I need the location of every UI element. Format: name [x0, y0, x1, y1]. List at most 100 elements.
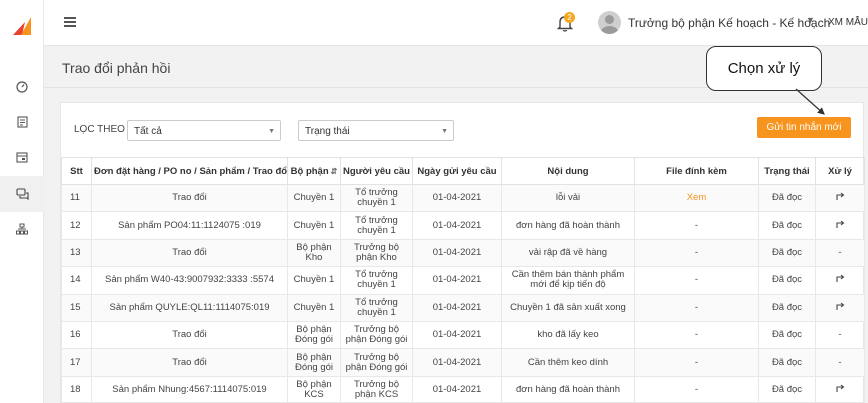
row-status: Đã đọc [758, 238, 816, 268]
row-department: Chuyền 1 [287, 211, 341, 240]
row-content: lỗi vải [501, 183, 635, 213]
row-stt: 17 [61, 348, 92, 377]
column-header: Stt [61, 157, 92, 185]
reply-arrow-icon[interactable] [835, 384, 845, 393]
reply-arrow-icon[interactable] [835, 192, 845, 201]
row-action: - [815, 348, 865, 377]
row-date: 01-04-2021 [412, 238, 502, 268]
user-name[interactable]: Trưởng bộ phận Kế hoạch - Kế hoạch [628, 16, 830, 30]
store-name[interactable]: XM MẪU [828, 17, 868, 28]
dashboard-icon[interactable] [12, 77, 32, 97]
row-requester: Trưởng bộ phận Kho [340, 238, 413, 268]
row-action: - [815, 320, 865, 350]
reply-arrow-icon[interactable] [835, 220, 845, 229]
sort-icon: ⇵ [330, 166, 338, 176]
status-filter-select[interactable]: Trạng thái ▼ [298, 120, 454, 141]
menu-toggle-icon[interactable] [64, 17, 76, 27]
column-header: Người yêu cầu [340, 157, 413, 185]
row-file: - [634, 211, 759, 240]
row-requester: Tổ trưởng chuyền 1 [340, 211, 413, 240]
row-requester: Tổ trưởng chuyền 1 [340, 183, 413, 213]
chat-icon[interactable] [0, 176, 44, 212]
column-header: Nội dung [501, 157, 635, 185]
row-reference: Trao đổi [91, 348, 288, 377]
row-file[interactable]: Xem [634, 183, 759, 213]
row-action[interactable] [815, 211, 865, 240]
row-requester: Tổ trưởng chuyền 1 [340, 266, 413, 295]
row-stt: 12 [61, 211, 92, 240]
row-department: Chuyền 1 [287, 183, 341, 213]
row-reference: Sản phẩm QUYLE:QL11:1114075:019 [91, 293, 288, 322]
row-requester: Trưởng bộ phận Đóng gói [340, 320, 413, 350]
row-department: Bộ phận Đóng gói [287, 348, 341, 377]
category-filter-value: Tất cả [134, 126, 162, 137]
row-file: - [634, 293, 759, 322]
reply-arrow-icon[interactable] [835, 274, 845, 283]
row-content: Cần thêm keo dính [501, 348, 635, 377]
row-reference: Sản phẩm Nhung:4567:1114075:019 [91, 375, 288, 403]
row-reference: Trao đổi [91, 183, 288, 213]
table-row: 12 Sản phẩm PO04:11:1124075 :019 Chuyền 1T… [61, 211, 865, 240]
row-status: Đã đọc [758, 320, 816, 350]
feedback-table: Stt Đơn đặt hàng / PO no / Sản phẩm / Tr… [61, 157, 865, 403]
row-reference: Trao đổi [91, 320, 288, 350]
row-action[interactable] [815, 266, 865, 295]
top-bar: 2 Trưởng bộ phận Kế hoạch - Kế hoạch ▼ X… [44, 0, 868, 46]
avatar[interactable] [598, 11, 621, 34]
row-content: kho đã lấy keo [501, 320, 635, 350]
row-reference: Sản phẩm W40-43:9007932:3333 :5574 [91, 266, 288, 295]
notification-badge: 2 [564, 12, 575, 23]
row-action[interactable] [815, 375, 865, 403]
column-header[interactable]: Bộ phận ⇵ [287, 157, 341, 185]
row-content: Cần thêm bán thành phẩm mới để kịp tiến … [501, 266, 635, 295]
table-row: 11 Trao đổi Chuyền 1 Tổ trưởng chuyền 1 01-0… [61, 183, 865, 213]
row-status: Đã đọc [758, 293, 816, 322]
row-content: vải rập đã về hàng [501, 238, 635, 268]
row-date: 01-04-2021 [412, 375, 502, 403]
row-date: 01-04-2021 [412, 211, 502, 240]
table-row: 17 Trao đổi Bộ phận Đóng gói Trưởng bộ phận… [61, 348, 865, 377]
row-file: - [634, 266, 759, 295]
org-chart-icon[interactable] [12, 219, 32, 239]
table-row: 14 Sản phẩm W40-43:9007932:3333 :5574 Chuy… [61, 266, 865, 295]
row-file: - [634, 348, 759, 377]
status-filter-value: Trạng thái [305, 126, 350, 137]
category-filter-select[interactable]: Tất cả ▼ [127, 120, 281, 141]
table-row: 16 Trao đổi Bộ phận Đóng gói Trưởng bộ phận… [61, 320, 865, 350]
row-action[interactable] [815, 183, 865, 213]
table-row: 18 Sản phẩm Nhung:4567:1114075:019 Bộ phận… [61, 375, 865, 403]
row-status: Đã đọc [758, 375, 816, 403]
row-department: Bộ phận Đóng gói [287, 320, 341, 350]
sidebar [0, 0, 44, 403]
row-content: đơn hàng đã hoàn thành [501, 211, 635, 240]
row-reference: Sản phẩm PO04:11:1124075 :019 [91, 211, 288, 240]
row-date: 01-04-2021 [412, 320, 502, 350]
row-action[interactable] [815, 293, 865, 322]
row-file: - [634, 238, 759, 268]
callout-arrow [795, 88, 825, 115]
send-new-message-button[interactable]: Gửi tin nhắn mới [757, 117, 851, 138]
column-header[interactable]: Đơn đặt hàng / PO no / Sản phẩm / Trao đ… [91, 157, 288, 185]
row-department: Chuyền 1 [287, 266, 341, 295]
row-date: 01-04-2021 [412, 266, 502, 295]
filter-label: LỌC THEO [74, 124, 125, 135]
clipboard-icon[interactable] [12, 112, 32, 132]
row-status: Đã đọc [758, 348, 816, 377]
table-header-row: Stt Đơn đặt hàng / PO no / Sản phẩm / Tr… [61, 157, 865, 185]
row-content: Chuyền 1 đã sản xuất xong [501, 293, 635, 322]
row-stt: 15 [61, 293, 92, 322]
chevron-down-icon: ▼ [441, 128, 448, 135]
calendar-icon[interactable] [12, 147, 32, 167]
row-date: 01-04-2021 [412, 293, 502, 322]
row-requester: Tổ trưởng chuyền 1 [340, 293, 413, 322]
feedback-panel: LỌC THEO Tất cả ▼ Trạng thái ▼ Gửi tin n… [60, 102, 865, 403]
app-logo[interactable] [13, 17, 31, 35]
row-file: - [634, 375, 759, 403]
reply-arrow-icon[interactable] [835, 302, 845, 311]
row-date: 01-04-2021 [412, 348, 502, 377]
column-header: Xử lý [815, 157, 865, 185]
row-requester: Trưởng bộ phận KCS [340, 375, 413, 403]
row-action: - [815, 238, 865, 268]
column-header: Ngày gửi yêu cầu [412, 157, 502, 185]
chevron-down-icon[interactable]: ▼ [806, 15, 815, 25]
